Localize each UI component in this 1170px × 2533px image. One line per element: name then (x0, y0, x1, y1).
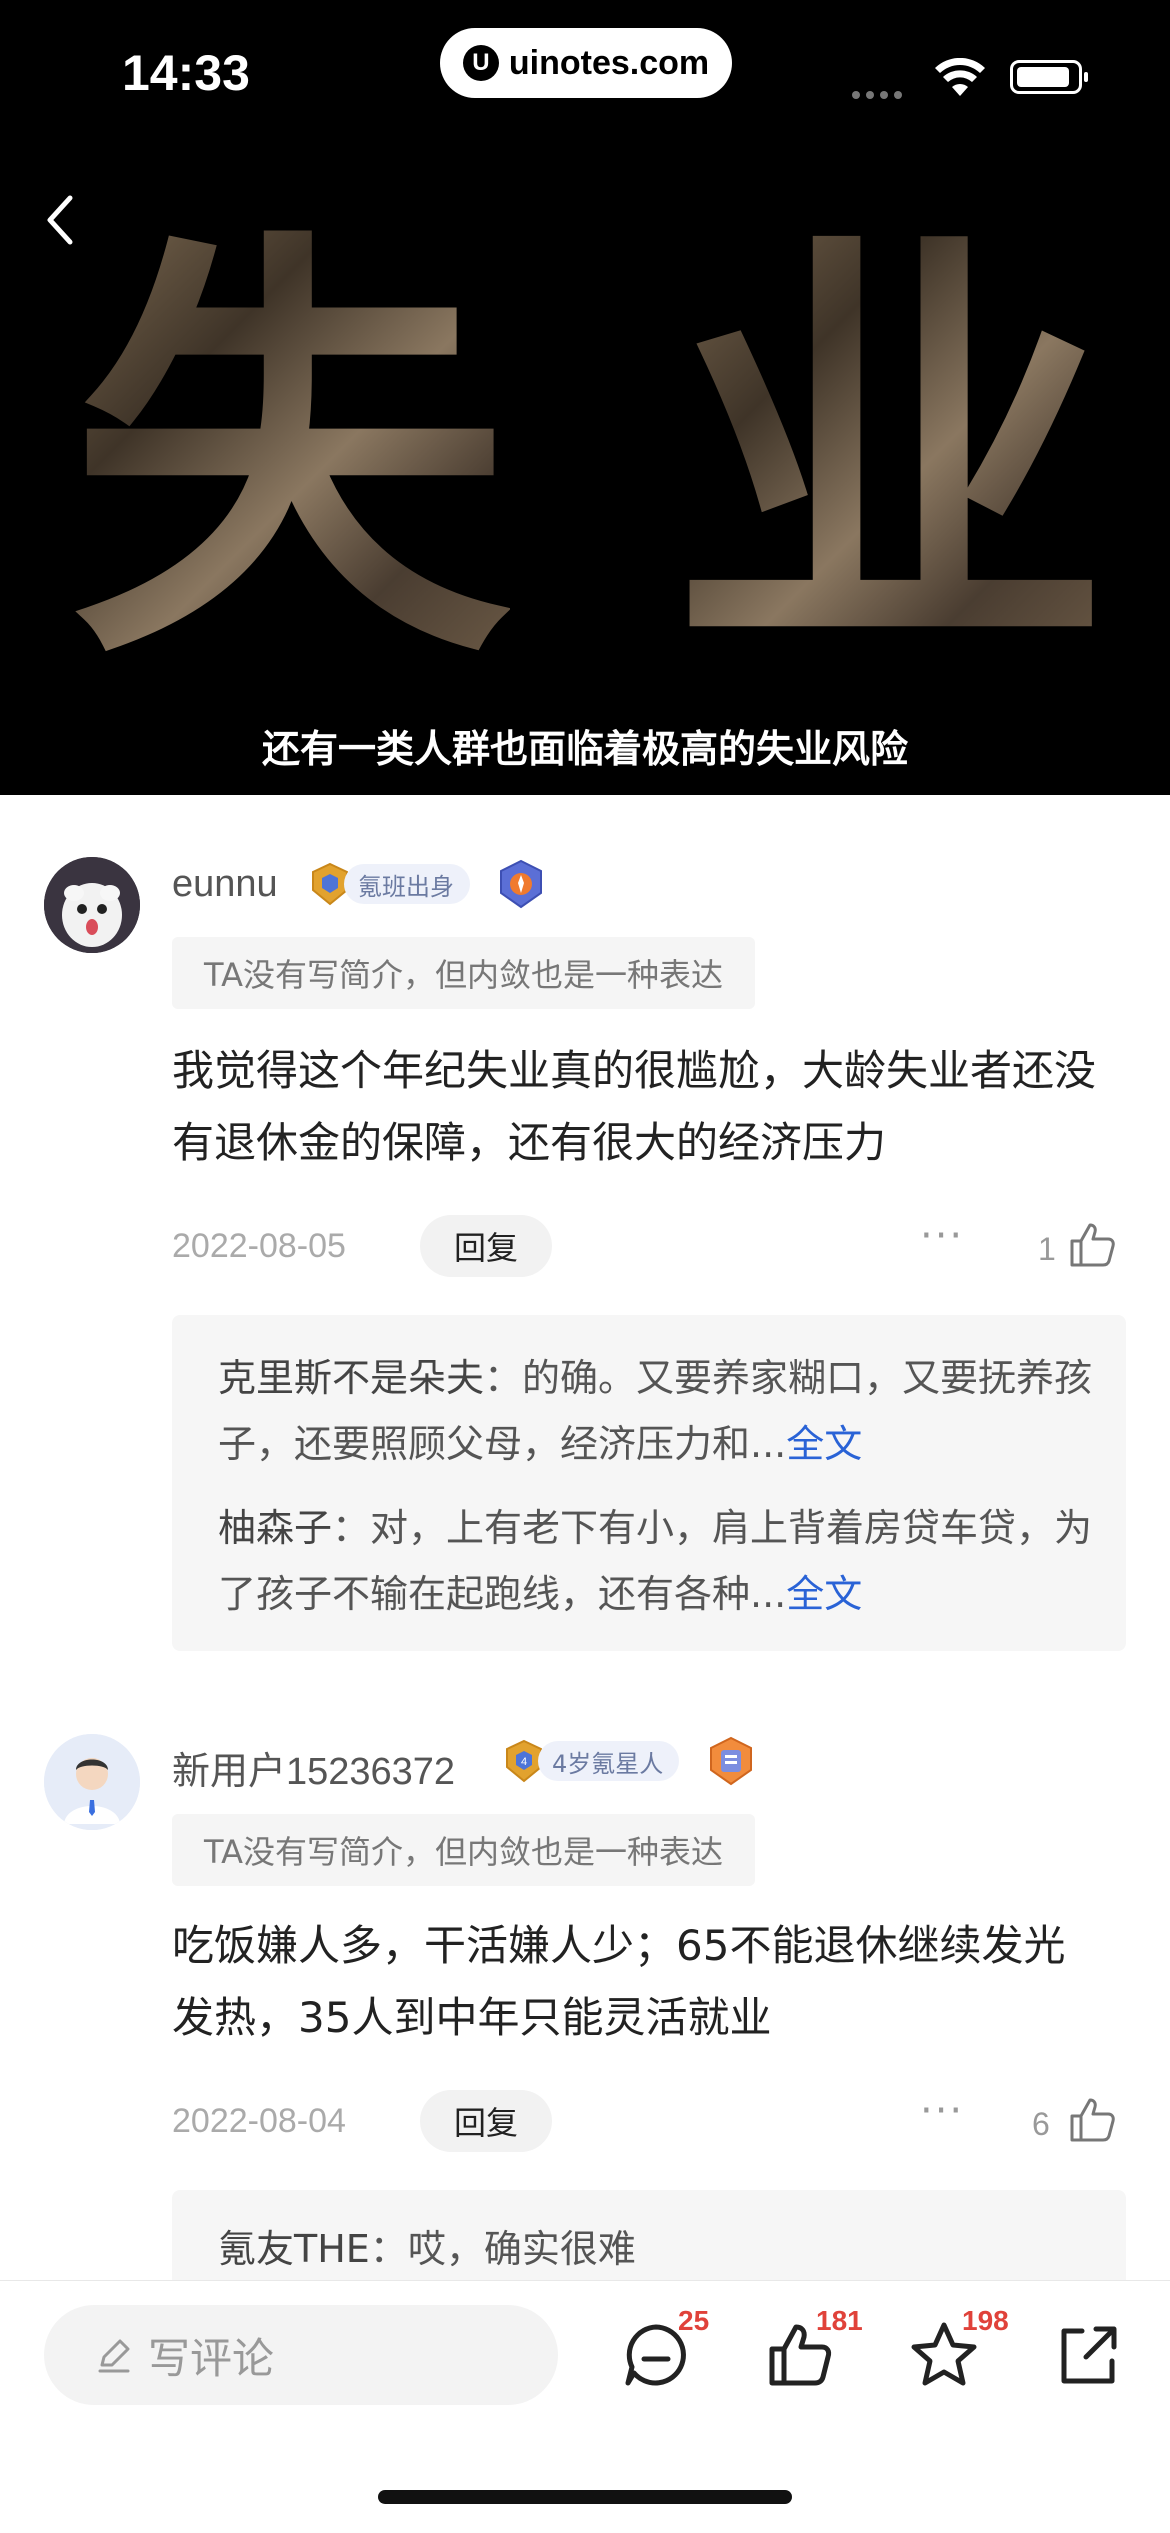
video-headline: 失 业 (70, 220, 1110, 690)
favorite-count: 198 (962, 2305, 1009, 2336)
reply-author[interactable]: 氪友THE (218, 2227, 370, 2271)
home-indicator[interactable] (378, 2490, 792, 2504)
back-arrow-icon[interactable] (40, 190, 80, 250)
comment-count: 25 (678, 2305, 710, 2336)
thumbs-up-icon[interactable] (1066, 1219, 1118, 1271)
cellular-signal-icon (852, 84, 908, 103)
reply-list: 克里斯不是朵夫：的确。又要养家糊口，又要抚养孩子，还要照顾父母，经济压力和...… (172, 1315, 1126, 1651)
reply-button[interactable]: 回复 (420, 1215, 552, 1277)
reply-text: 哎，确实很难 (407, 2227, 636, 2271)
reply-separator: ： (369, 2227, 408, 2271)
medal-icon (710, 1736, 752, 1786)
user-bio: TA没有写简介，但内敛也是一种表达 (172, 937, 755, 1009)
status-time: 14:33 (122, 45, 250, 101)
medal-icon (500, 859, 542, 909)
comment-input[interactable]: 写评论 (44, 2305, 558, 2405)
more-options-icon[interactable]: ··· (920, 1213, 964, 1259)
reply-separator: ： (484, 1356, 523, 1400)
comment-date: 2022-08-04 (172, 2102, 346, 2140)
like-count: 1 (1038, 1231, 1056, 1267)
reply-separator: ： (332, 1506, 371, 1550)
avatar[interactable] (44, 1734, 140, 1830)
full-text-link[interactable]: 全文 (786, 1572, 862, 1616)
wifi-icon (935, 58, 985, 96)
thumbs-up-icon[interactable] (1066, 2094, 1118, 2146)
site-logo-icon: U (462, 45, 499, 81)
comment-text[interactable]: 吃饭嫌人多，干活嫌人少；65不能退休继续发光发热，35人到中年只能灵活就业 (172, 1910, 1102, 2054)
reply-author[interactable]: 克里斯不是朵夫 (218, 1356, 484, 1400)
comment-text[interactable]: 我觉得这个年纪失业真的很尴尬，大龄失业者还没有退休金的保障，还有很大的经济压力 (172, 1035, 1102, 1179)
default-avatar-icon (44, 1734, 140, 1830)
svg-text:4: 4 (521, 1756, 527, 1768)
url-pill: U uinotes.com (440, 28, 732, 98)
user-level-badge: 氪班出身 (310, 862, 470, 906)
user-bio: TA没有写简介，但内敛也是一种表达 (172, 1814, 755, 1886)
pencil-icon (98, 2339, 130, 2373)
reply-list: 氪友THE：哎，确实很难 (172, 2190, 1126, 2280)
like-count: 6 (1032, 2106, 1050, 2142)
full-text-link[interactable]: 全文 (786, 1422, 862, 1466)
user-level-badge: 4 4岁氪星人 (504, 1739, 680, 1783)
video-player[interactable]: 失 业 还有一类人群也面临着极高的失业风险 14:33 U uinotes.co… (0, 0, 1170, 795)
share-icon[interactable] (1052, 2319, 1124, 2391)
avatar-image (44, 857, 140, 953)
comment-date: 2022-08-05 (172, 1227, 346, 1265)
headline-char-2: 业 (670, 199, 1110, 711)
badge-label: 氪班出身 (344, 864, 470, 904)
reply-item[interactable]: 克里斯不是朵夫：的确。又要养家糊口，又要抚养孩子，还要照顾父母，经济压力和...… (218, 1345, 1098, 1477)
reply-item[interactable]: 柚森子：对，上有老下有小，肩上背着房贷车贷，为了孩子不输在起跑线，还有各种...… (218, 1495, 1098, 1627)
avatar[interactable] (44, 857, 140, 953)
like-total-count: 181 (816, 2305, 863, 2336)
headline-char-1: 失 (70, 199, 510, 711)
site-url: uinotes.com (508, 43, 710, 82)
badge-label: 4岁氪星人 (538, 1741, 680, 1781)
username[interactable]: eunnu (172, 863, 278, 906)
reply-item[interactable]: 氪友THE：哎，确实很难 (218, 2216, 1098, 2280)
status-bar: 14:33 U uinotes.com (0, 0, 1170, 150)
reply-author[interactable]: 柚森子 (218, 1506, 332, 1550)
comment-input-placeholder: 写评论 (148, 2333, 275, 2383)
more-options-icon[interactable]: ··· (920, 2088, 964, 2134)
comment-item: 新用户15236372 4 4岁氪星人 TA没有写简介，但内敛也是一种表达 吃饭… (0, 1670, 1170, 2280)
battery-icon (1010, 60, 1088, 94)
comment-item: eunnu 氪班出身 TA没有写简介，但内敛也是一种表达 我觉得这个年纪失业真的… (0, 795, 1170, 1675)
video-subtitle: 还有一类人群也面临着极高的失业风险 (261, 727, 908, 771)
reply-button[interactable]: 回复 (420, 2090, 552, 2152)
username[interactable]: 新用户15236372 (172, 1740, 455, 1795)
